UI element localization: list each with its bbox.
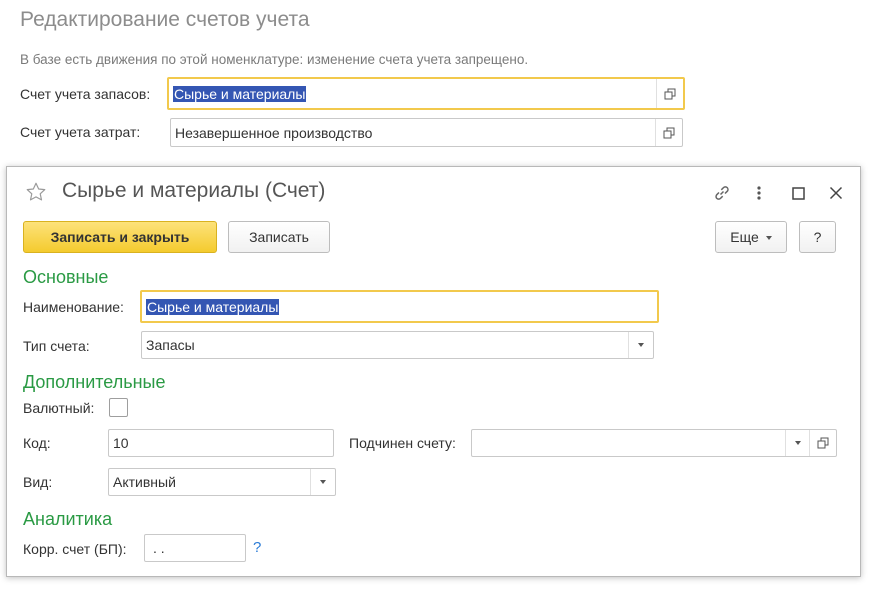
parent-account-label: Подчинен счету: [349, 435, 456, 451]
code-value: 10 [113, 435, 129, 451]
kind-select[interactable]: Активный [108, 468, 336, 496]
save-and-close-button[interactable]: Записать и закрыть [23, 221, 217, 253]
chevron-down-icon[interactable] [785, 430, 810, 456]
cost-account-field[interactable]: Незавершенное производство [170, 118, 683, 147]
account-type-value: Запасы [146, 337, 195, 353]
save-button[interactable]: Записать [228, 221, 330, 253]
name-field[interactable]: Сырье и материалы [140, 290, 659, 323]
kind-value: Активный [113, 474, 176, 490]
corr-account-label: Корр. счет (БП): [23, 541, 127, 557]
cost-account-label: Счет учета затрат: [20, 124, 141, 140]
kind-label: Вид: [23, 474, 53, 490]
currency-label: Валютный: [23, 400, 95, 416]
open-icon[interactable] [656, 79, 683, 108]
maximize-icon[interactable] [788, 182, 808, 204]
account-type-select[interactable]: Запасы [141, 331, 654, 359]
page-title: Редактирование счетов учета [20, 8, 310, 31]
chevron-down-icon[interactable] [310, 469, 335, 495]
code-field[interactable]: 10 [108, 429, 334, 457]
inventory-account-field[interactable]: Сырье и материалы [167, 77, 685, 110]
section-analytics: Аналитика [23, 509, 113, 529]
name-label: Наименование: [23, 299, 124, 315]
inventory-account-label: Счет учета запасов: [20, 86, 151, 102]
info-message: В базе есть движения по этой номенклатур… [20, 52, 529, 67]
section-additional: Дополнительные [23, 372, 166, 392]
currency-checkbox[interactable] [109, 398, 128, 417]
name-value: Сырье и материалы [146, 298, 280, 315]
inventory-account-value: Сырье и материалы [173, 85, 307, 102]
corr-account-field[interactable]: . . [144, 534, 246, 562]
help-button[interactable]: ? [799, 221, 836, 253]
link-icon[interactable] [710, 182, 734, 204]
open-icon[interactable] [655, 119, 682, 146]
chevron-down-icon [765, 229, 772, 245]
star-icon[interactable] [25, 181, 47, 203]
dialog-title: Сырье и материалы (Счет) [62, 179, 326, 202]
chevron-down-icon[interactable] [628, 332, 653, 358]
open-icon[interactable] [809, 430, 836, 456]
more-actions-icon[interactable] [749, 182, 769, 204]
section-main: Основные [23, 267, 109, 287]
more-button[interactable]: Еще [715, 221, 787, 253]
corr-account-value: . . [153, 540, 165, 556]
account-type-label: Тип счета: [23, 338, 90, 354]
code-label: Код: [23, 435, 51, 451]
help-icon[interactable]: ? [253, 539, 261, 556]
close-icon[interactable] [825, 182, 847, 204]
parent-account-field[interactable] [471, 429, 837, 457]
account-dialog: Сырье и материалы (Счет) Записать и закр… [6, 166, 861, 577]
cost-account-value: Незавершенное производство [175, 124, 373, 141]
more-button-label: Еще [730, 229, 759, 245]
